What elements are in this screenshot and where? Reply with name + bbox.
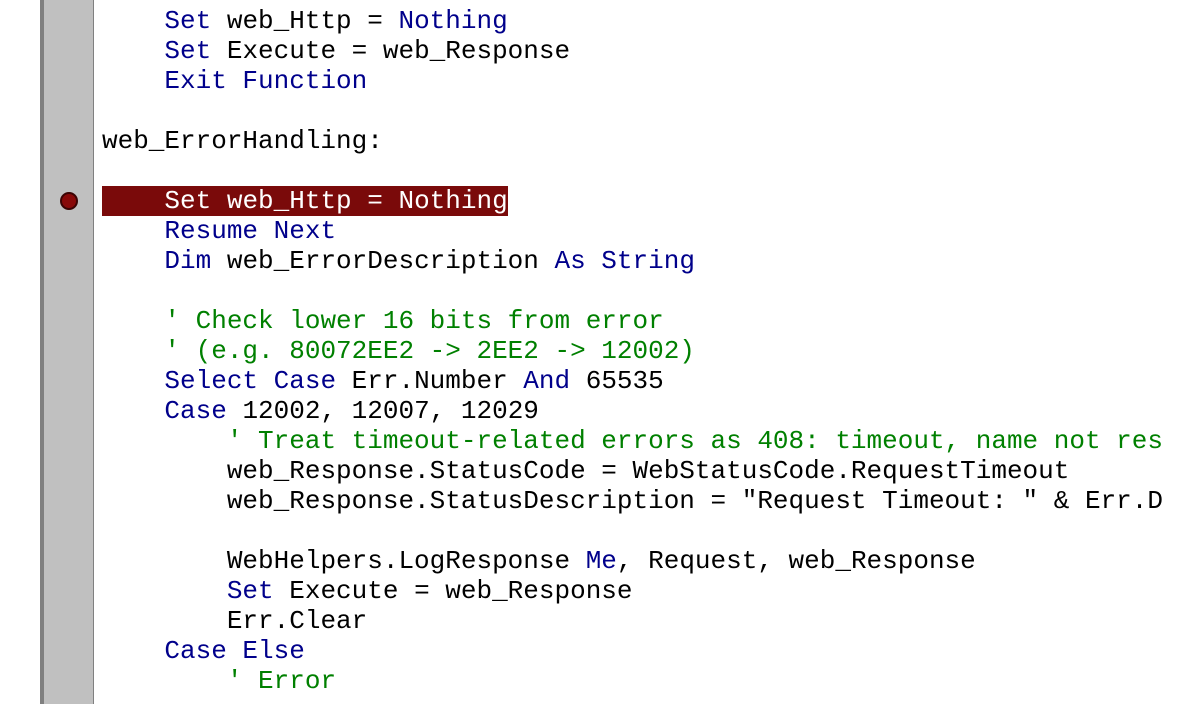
code-line[interactable]: Case Else [94,636,1198,666]
token-kw: Exit Function [164,66,367,96]
token-kw: Me [586,546,617,576]
token-kw: Nothing [398,186,507,216]
token-plain: web_Http = [211,186,398,216]
indent [102,216,164,246]
code-editor: Set web_Http = Nothing Set Execute = web… [0,0,1198,704]
code-line[interactable]: Set Execute = web_Response [94,36,1198,66]
indent [102,366,164,396]
token-plain: web_ErrorHandling: [102,126,383,156]
code-line[interactable]: Dim web_ErrorDescription As String [94,246,1198,276]
indent [102,486,227,516]
execution-highlight: Set web_Http = Nothing [102,186,508,216]
token-kw: Set [227,576,274,606]
code-line[interactable]: web_ErrorHandling: [94,126,1198,156]
breakpoint-gutter[interactable] [44,0,94,704]
token-kw: Set [164,186,211,216]
code-area[interactable]: Set web_Http = Nothing Set Execute = web… [94,0,1198,704]
token-kw: Next [274,216,336,246]
code-line[interactable]: ' Check lower 16 bits from error [94,306,1198,336]
token-kw: Resume [164,216,258,246]
token-kw: As String [555,246,695,276]
code-line[interactable] [94,96,1198,126]
indent [102,246,164,276]
indent [102,6,164,36]
indent [102,576,227,606]
code-line[interactable]: ' Error [94,666,1198,696]
code-line[interactable]: ' (e.g. 80072EE2 -> 2EE2 -> 12002) [94,336,1198,366]
code-line[interactable]: Set web_Http = Nothing [94,6,1198,36]
indent [102,396,164,426]
token-plain: Execute = web_Response [274,576,633,606]
code-line[interactable]: Set web_Http = Nothing [94,186,1198,216]
token-plain: 65535 [570,366,664,396]
code-line[interactable]: Exit Function [94,66,1198,96]
code-line[interactable]: WebHelpers.LogResponse Me, Request, web_… [94,546,1198,576]
token-kw: Select Case [164,366,336,396]
token-plain: WebHelpers.LogResponse [227,546,586,576]
token-kw: Case Else [164,636,304,666]
token-kw: Case [164,396,226,426]
code-line[interactable]: ' Treat timeout-related errors as 408: t… [94,426,1198,456]
token-plain [258,216,274,246]
indent [102,666,227,696]
token-plain: , Request, web_Response [617,546,976,576]
token-cm: ' Check lower 16 bits from error [164,306,663,336]
token-plain: 12002, 12007, 12029 [227,396,539,426]
breakpoint-icon[interactable] [60,192,78,210]
token-plain: web_Http = [211,6,398,36]
indent [102,426,227,456]
token-kw: Nothing [398,6,507,36]
token-kw: Set [164,36,211,66]
indent [102,606,227,636]
token-plain: web_Response.StatusCode = WebStatusCode.… [227,456,1070,486]
token-plain: Err.Number [336,366,523,396]
token-cm: ' (e.g. 80072EE2 -> 2EE2 -> 12002) [164,336,695,366]
token-kw: Dim [164,246,211,276]
code-line[interactable] [94,156,1198,186]
indent [102,456,227,486]
code-line[interactable] [94,276,1198,306]
code-line[interactable]: Err.Clear [94,606,1198,636]
token-cm: ' Treat timeout-related errors as 408: t… [227,426,1163,456]
token-cm: ' Error [227,666,336,696]
token-plain: web_ErrorDescription [211,246,554,276]
indent [102,336,164,366]
token-plain: Err.Clear [227,606,367,636]
token-plain: Execute = web_Response [211,36,570,66]
indent [102,636,164,666]
token-kw: Set [164,6,211,36]
indent [102,546,227,576]
token-kw: And [523,366,570,396]
token-plain: web_Response.StatusDescription = "Reques… [227,486,1163,516]
code-line[interactable]: web_Response.StatusCode = WebStatusCode.… [94,456,1198,486]
indent [102,66,164,96]
indent [102,306,164,336]
code-line[interactable]: Case 12002, 12007, 12029 [94,396,1198,426]
token-plain [102,186,164,216]
code-line[interactable]: Resume Next [94,216,1198,246]
code-line[interactable]: Select Case Err.Number And 65535 [94,366,1198,396]
indent [102,36,164,66]
code-line[interactable]: web_Response.StatusDescription = "Reques… [94,486,1198,516]
code-line[interactable]: Set Execute = web_Response [94,576,1198,606]
code-line[interactable] [94,516,1198,546]
